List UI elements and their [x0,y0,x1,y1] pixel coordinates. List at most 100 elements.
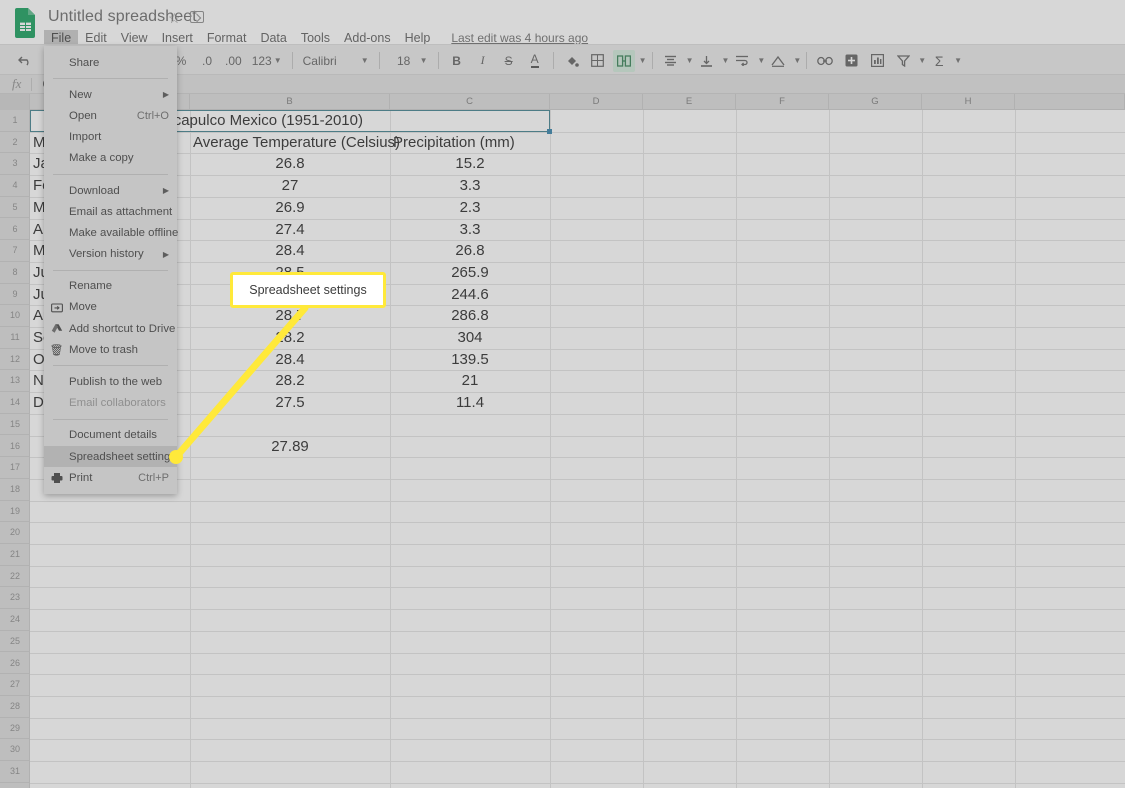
filter-icon[interactable] [892,50,914,72]
column-header-C[interactable]: C [390,94,550,110]
fill-color-icon[interactable] [561,50,583,72]
cell-C2-header-precipitation[interactable]: Precipitation (mm) [393,134,547,153]
decrease-decimal-button[interactable]: .0 [196,50,218,72]
horizontal-align-icon[interactable] [660,50,682,72]
row-header-29[interactable]: 29 [0,718,30,740]
cell-B14-temperature[interactable]: 27.5 [193,394,387,413]
row-header-16[interactable]: 16 [0,436,30,458]
file-menu-item-share[interactable]: Share [44,52,177,73]
cell-B13-temperature[interactable]: 28.2 [193,372,387,391]
cell-B6-temperature[interactable]: 27.4 [193,221,387,240]
row-header-6[interactable]: 6 [0,219,30,241]
cell-C14-precipitation[interactable]: 11.4 [393,394,547,413]
row-header-21[interactable]: 21 [0,544,30,566]
insert-chart-icon[interactable] [866,50,888,72]
file-menu-item-email-as-attachment[interactable]: Email as attachment [44,201,177,222]
file-menu-item-move-to-trash[interactable]: 🗑 Move to trash [44,339,177,360]
cell-B3-temperature[interactable]: 26.8 [193,155,387,174]
cell-area[interactable]: Climate Data for Acapulco Mexico (1951-2… [30,110,1125,788]
strikethrough-button[interactable]: S [498,50,520,72]
row-header-4[interactable]: 4 [0,175,30,197]
file-menu-item-import[interactable]: Import [44,127,177,148]
file-menu-item-email-collaborators[interactable]: Email collaborators [44,393,177,414]
cell-C5-precipitation[interactable]: 2.3 [393,199,547,218]
row-header-20[interactable]: 20 [0,522,30,544]
file-menu-item-print[interactable]: Print Ctrl+P [44,467,177,488]
column-header-E[interactable]: E [643,94,736,110]
file-menu-item-spreadsheet-settings[interactable]: Spreadsheet settings [44,446,177,468]
increase-decimal-button[interactable]: .00 [222,50,245,72]
cell-C13-precipitation[interactable]: 21 [393,372,547,391]
row-header-31[interactable]: 31 [0,761,30,783]
file-menu-item-version-history[interactable]: Version history ▶ [44,244,177,265]
row-header-26[interactable]: 26 [0,653,30,675]
row-header-3[interactable]: 3 [0,153,30,176]
cell-C12-precipitation[interactable]: 139.5 [393,351,547,370]
row-header-15[interactable]: 15 [0,414,30,436]
file-menu-item-rename[interactable]: Rename [44,276,177,297]
row-header-18[interactable]: 18 [0,479,30,501]
column-header-B[interactable]: B [190,94,390,110]
row-header-8[interactable]: 8 [0,262,30,284]
row-header-9[interactable]: 9 [0,284,30,306]
column-header-F[interactable]: F [736,94,829,110]
file-menu-item-open[interactable]: Open Ctrl+O [44,105,177,126]
text-wrap-icon[interactable] [731,50,753,72]
text-rotation-icon[interactable] [767,50,789,72]
row-header-22[interactable]: 22 [0,566,30,588]
file-menu-item-document-details[interactable]: Document details [44,425,177,446]
row-header-12[interactable]: 12 [0,349,30,371]
cell-B2-header-temperature[interactable]: Average Temperature (Celsius) [193,134,400,153]
cell-C6-precipitation[interactable]: 3.3 [393,221,547,240]
insert-comment-icon[interactable] [840,50,862,72]
cell-B7-temperature[interactable]: 28.4 [193,242,387,261]
row-header-7[interactable]: 7 [0,240,30,262]
chevron-down-icon[interactable]: ▼ [918,56,926,65]
column-header-H[interactable]: H [922,94,1015,110]
last-edit-status[interactable]: Last edit was 4 hours ago [451,31,588,45]
cell-B11-temperature[interactable]: 28.2 [193,329,387,348]
column-header-G[interactable]: G [829,94,922,110]
file-menu-item-download[interactable]: Download ▶ [44,180,177,201]
row-header-11[interactable]: 11 [0,327,30,349]
row-header-17[interactable]: 17 [0,457,30,479]
file-menu-item-new[interactable]: New ▶ [44,84,177,105]
row-header-10[interactable]: 10 [0,305,30,327]
row-header-32[interactable]: 32 [0,783,30,788]
row-header-28[interactable]: 28 [0,696,30,718]
chevron-down-icon[interactable]: ▼ [954,56,962,65]
cell-C11-precipitation[interactable]: 304 [393,329,547,348]
cell-C9-precipitation[interactable]: 244.6 [393,286,547,305]
star-icon[interactable]: ☆ [168,10,181,27]
file-menu-item-publish-to-the-web[interactable]: Publish to the web [44,371,177,392]
chevron-down-icon[interactable]: ▼ [686,56,694,65]
file-menu-item-make-available-offline[interactable]: Make available offline [44,222,178,243]
bold-button[interactable]: B [446,50,468,72]
row-header-19[interactable]: 19 [0,501,30,523]
cell-B16-average-temperature[interactable]: 27.89 [193,438,387,457]
cell-C4-precipitation[interactable]: 3.3 [393,177,547,196]
column-header-partial[interactable] [1015,94,1125,110]
borders-icon[interactable] [587,50,609,72]
file-menu-item-make-a-copy[interactable]: Make a copy [44,148,177,169]
italic-button[interactable]: I [472,50,494,72]
cell-B4-temperature[interactable]: 27 [193,177,387,196]
file-menu-item-add-shortcut-to-drive[interactable]: Add shortcut to Drive [44,318,177,339]
cell-C10-precipitation[interactable]: 286.8 [393,307,547,326]
row-header-30[interactable]: 30 [0,739,30,761]
chevron-down-icon[interactable]: ▼ [793,56,801,65]
text-color-button[interactable]: A [524,50,546,72]
row-header-14[interactable]: 14 [0,392,30,414]
font-size-select[interactable]: 18 ▼ [387,50,431,72]
select-all-corner[interactable] [0,94,30,110]
cell-B12-temperature[interactable]: 28.4 [193,351,387,370]
cell-C7-precipitation[interactable]: 26.8 [393,242,547,261]
row-header-5[interactable]: 5 [0,197,30,219]
merge-cells-icon[interactable] [612,49,635,72]
row-header-27[interactable]: 27 [0,674,30,696]
column-header-D[interactable]: D [550,94,643,110]
vertical-align-icon[interactable] [695,50,717,72]
row-header-13[interactable]: 13 [0,370,30,393]
row-header-24[interactable]: 24 [0,609,30,631]
row-header-25[interactable]: 25 [0,631,30,653]
